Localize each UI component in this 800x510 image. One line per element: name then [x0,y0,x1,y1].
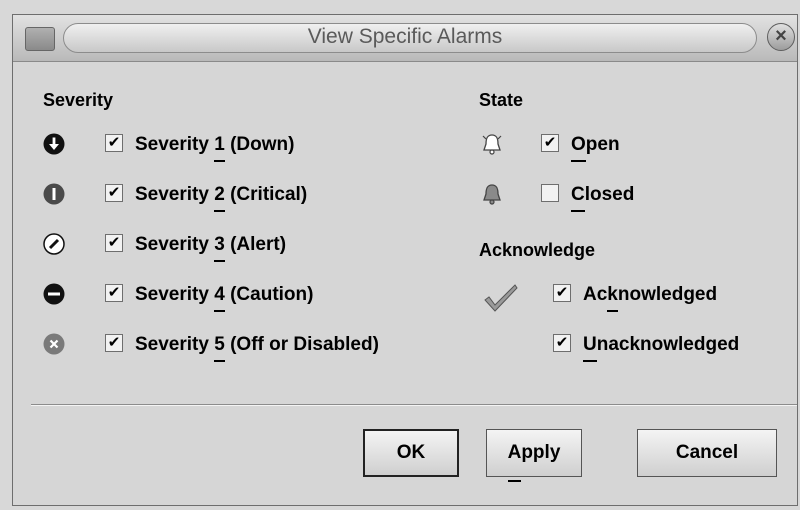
acknowledged-label[interactable]: Acknowledged [583,284,717,312]
severity-1-label[interactable]: Severity 1 (Down) [135,134,294,162]
close-button[interactable]: × [767,23,795,51]
dialog-window: View Specific Alarms × Severity ✔ Severi… [12,14,798,506]
down-icon [43,133,65,155]
ack-row-unacknowledged: ✔ Unacknowledged [553,328,800,362]
severity-4-checkbox[interactable]: ✔ [105,284,123,302]
state-open-label[interactable]: Open [571,134,620,162]
ok-button[interactable]: OK [363,429,459,477]
severity-row-5: ✔ Severity 5 (Off or Disabled) [43,328,463,362]
state-open-checkbox[interactable]: ✔ [541,134,559,152]
state-row-closed: Closed [481,178,681,212]
severity-heading: Severity [43,90,114,110]
ack-row-acknowledged: ✔ Acknowledged [553,278,800,312]
unacknowledged-label[interactable]: Unacknowledged [583,334,739,362]
severity-2-checkbox[interactable]: ✔ [105,184,123,202]
critical-icon [43,183,65,205]
bell-filled-icon [483,184,501,205]
disabled-icon [43,333,65,355]
state-heading: State [479,90,524,110]
severity-2-label[interactable]: Severity 2 (Critical) [135,184,307,212]
apply-button[interactable]: Apply [486,429,582,482]
unacknowledged-checkbox[interactable]: ✔ [553,334,571,352]
caution-icon [43,283,65,305]
dialog-title: View Specific Alarms [307,25,503,48]
acknowledge-heading: Acknowledge [479,240,596,260]
state-row-open: ✔ Open [481,128,681,162]
checkmark-icon [484,284,518,312]
severity-row-2: ✔ Severity 2 (Critical) [43,178,463,212]
severity-row-4: ✔ Severity 4 (Caution) [43,278,463,312]
severity-row-1: ✔ Severity 1 (Down) [43,128,463,162]
title-bar[interactable]: View Specific Alarms × [13,15,797,62]
bell-outline-icon [482,134,502,155]
severity-5-checkbox[interactable]: ✔ [105,334,123,352]
severity-row-3: ✔ Severity 3 (Alert) [43,228,463,262]
state-closed-label[interactable]: Closed [571,184,634,212]
severity-5-label[interactable]: Severity 5 (Off or Disabled) [135,334,379,362]
cancel-button[interactable]: Cancel [637,429,777,477]
alert-icon [43,233,65,255]
severity-4-label[interactable]: Severity 4 (Caution) [135,284,313,312]
severity-3-checkbox[interactable]: ✔ [105,234,123,252]
state-closed-checkbox[interactable] [541,184,559,202]
acknowledged-checkbox[interactable]: ✔ [553,284,571,302]
severity-3-label[interactable]: Severity 3 (Alert) [135,234,286,262]
separator [31,404,797,406]
severity-1-checkbox[interactable]: ✔ [105,134,123,152]
